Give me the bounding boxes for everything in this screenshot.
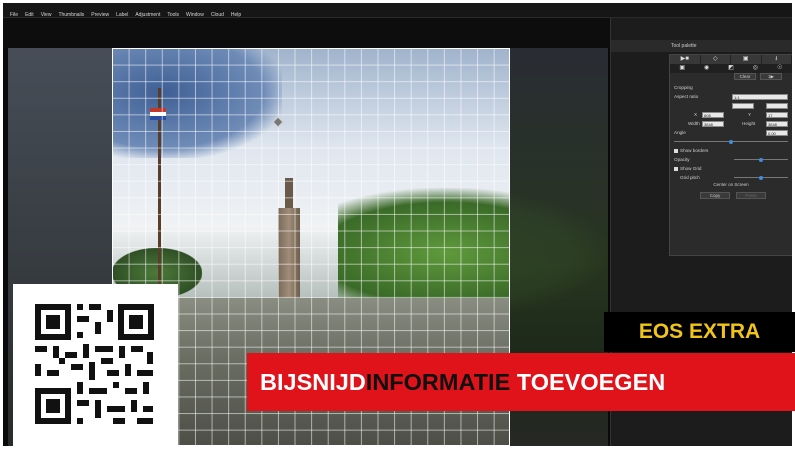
paste-button[interactable]: Paste	[736, 192, 766, 199]
clear-button[interactable]: Clear	[734, 73, 756, 80]
eos-extra-badge: EOS EXTRA	[604, 312, 795, 352]
center-on-screen-button[interactable]: Center on Screen	[690, 182, 772, 189]
opacity-slider-knob[interactable]	[759, 157, 763, 162]
aspect-ratio-label: Aspect ratio	[674, 94, 699, 99]
panel-tabs: ▶■ ◇ ▣ ⭳	[670, 55, 792, 64]
angle-slider[interactable]	[674, 139, 788, 144]
crop-tool: ▶■ ◇ ▣ ⭳ ▣ ◉ ◩ ◎ ☉ Clear 1▶ Cropping Asp…	[669, 54, 792, 256]
tab-crop-icon[interactable]: ▣	[731, 55, 762, 64]
cropping-label: Cropping	[674, 85, 693, 90]
reset-button[interactable]: 1▶	[760, 73, 782, 80]
title-part-1: BIJSNIJD	[260, 369, 366, 395]
x-field[interactable]: 608	[702, 111, 724, 118]
panel-subtabs: ▣ ◉ ◩ ◎ ☉	[670, 64, 792, 73]
toolbar-strip	[3, 18, 610, 48]
opacity-slider[interactable]	[734, 157, 788, 162]
title-part-3: TOEVOEGEN	[510, 369, 666, 395]
title-part-2: INFORMATIE	[365, 369, 511, 395]
qr-code	[13, 284, 178, 447]
grid-pitch-label: Grid pitch	[680, 175, 700, 180]
angle-slider-knob[interactable]	[729, 139, 733, 144]
aspect-width-field[interactable]	[732, 102, 754, 109]
width-label: Width	[688, 121, 700, 126]
grid-pitch-slider-knob[interactable]	[759, 175, 763, 180]
y-field[interactable]: 17	[766, 111, 788, 118]
height-label: Height	[742, 121, 756, 126]
tab-tone-icon[interactable]: ◇	[701, 55, 731, 64]
tool-palette-title: Tool palette	[611, 40, 792, 52]
target-icon[interactable]: ◎	[743, 64, 767, 73]
show-borders-checkbox[interactable]	[674, 148, 678, 153]
aspect-ratio-select[interactable]: 1:1	[732, 93, 788, 100]
x-label: X	[694, 112, 698, 117]
angle-icon[interactable]: ◩	[719, 64, 743, 73]
opacity-label: Opacity	[674, 157, 690, 162]
grid-pitch-slider[interactable]	[734, 175, 788, 180]
qr-code-graphic	[35, 304, 154, 424]
copy-button[interactable]: Copy	[700, 192, 730, 199]
crop-mode-icon[interactable]: ▣	[670, 64, 694, 73]
y-label: Y	[748, 112, 752, 117]
show-grid-checkbox[interactable]	[674, 166, 678, 171]
angle-label: Angle	[674, 130, 686, 135]
tab-export-icon[interactable]: ⭳	[762, 55, 792, 64]
title-banner: BIJSNIJDINFORMATIE TOEVOEGEN	[247, 353, 795, 411]
tab-basic-icon[interactable]: ▶■	[670, 55, 701, 64]
menu-bar: File Edit View Thumbnails Preview Label Adjust…	[3, 3, 792, 18]
angle-field[interactable]: 0.00	[766, 129, 788, 136]
show-borders-label: Show borders	[680, 148, 709, 153]
show-grid-label: Show Grid	[680, 166, 702, 171]
width-field[interactable]: 3648	[702, 120, 724, 127]
height-field[interactable]: 3648	[766, 120, 788, 127]
aspect-height-field[interactable]	[766, 102, 788, 109]
lens-icon[interactable]: ◉	[694, 64, 718, 73]
sun-icon[interactable]: ☉	[768, 64, 792, 73]
